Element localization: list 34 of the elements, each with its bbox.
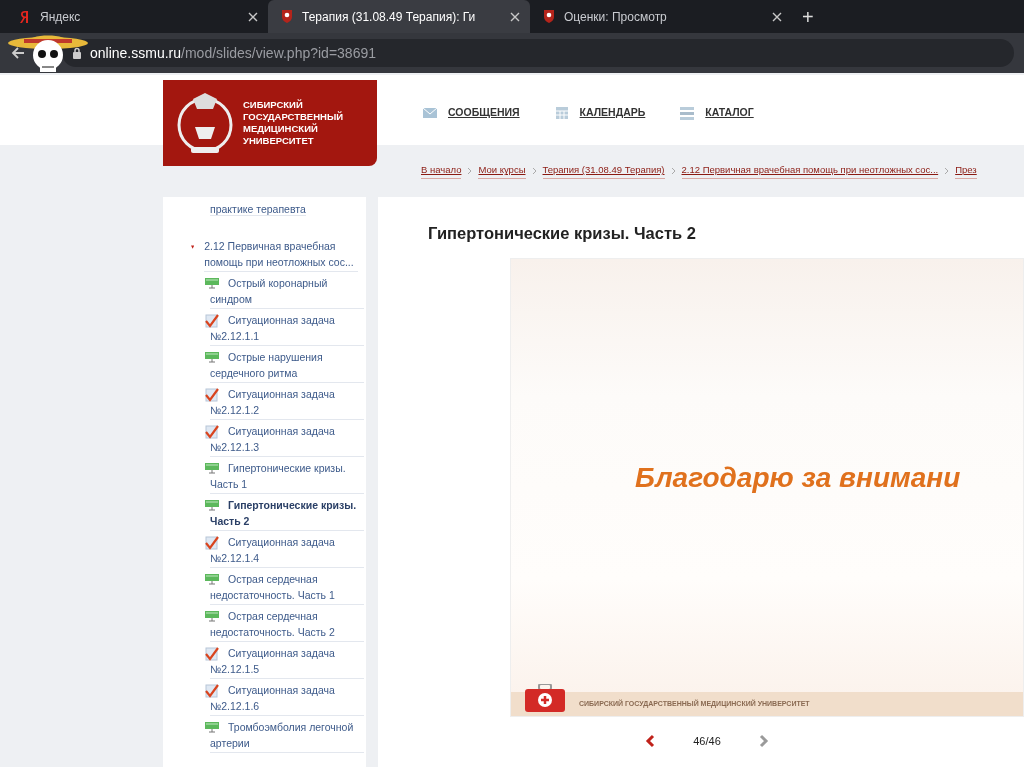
breadcrumb-link[interactable]: Терапия (31.08.49 Терапия) (542, 163, 665, 179)
sidebar-item[interactable]: Ситуационная задача №2.12.1.2 (210, 385, 364, 420)
logo-banner[interactable]: СИБИРСКИЙ ГОСУДАРСТВЕННЫЙ МЕДИЦИНСКИЙ УНИВЕРСИТЕТ (163, 80, 377, 166)
sidebar-item[interactable]: Острая сердечная недостаточность. Часть 2 (210, 607, 364, 642)
sidebar-item[interactable]: Ситуационная задача №2.12.1.6 (210, 681, 364, 716)
sidebar-section[interactable]: 2.12 Первичная врачебная помощь при неотложных сос... (204, 237, 358, 272)
sidebar-item[interactable]: Ситуационная задача №2.12.1.3 (210, 422, 364, 457)
sidebar-item[interactable]: Тромбоэмболия легочной артерии (210, 718, 364, 753)
browser-tab[interactable]: Оценки: Просмотр (530, 0, 792, 33)
sidebar-item[interactable]: Ситуационная задача №2.12.1.4 (210, 533, 364, 568)
sidebar-item[interactable]: Ситуационная задача №2.12.1.1 (210, 311, 364, 346)
breadcrumb-link[interactable]: Мои курсы (478, 163, 526, 179)
university-name: СИБИРСКИЙ ГОСУДАРСТВЕННЫЙ МЕДИЦИНСКИЙ УНИВЕРСИТЕТ (243, 99, 343, 147)
browser-tab[interactable]: Терапия (31.08.49 Терапия): Ги (268, 0, 530, 33)
sidebar-item[interactable]: практике терапевта (210, 203, 306, 216)
nav-link[interactable]: СООБЩЕНИЯ (422, 105, 520, 121)
page-title: Гипертонические кризы. Часть 2 (428, 223, 697, 244)
breadcrumb-link[interactable]: В начало (421, 163, 462, 179)
sidebar-item[interactable]: Острая сердечная недостаточность. Часть 1 (210, 570, 364, 605)
address-bar[interactable]: online.ssmu.ru/mod/slides/view.php?id=38691 (62, 39, 1014, 67)
new-tab-button[interactable]: + (792, 0, 824, 33)
slide-text: Благодарю за внимани (635, 460, 961, 495)
nav-link[interactable]: КАТАЛОГ (679, 105, 754, 121)
sidebar-item[interactable]: Гипертонические кризы. Часть 1 (210, 459, 364, 494)
breadcrumb-link[interactable]: През (955, 163, 977, 179)
url-text: online.ssmu.ru/mod/slides/view.php?id=38691 (90, 43, 376, 63)
browser-tab[interactable]: Яндекс (6, 0, 268, 33)
sidebar-item[interactable]: Острый коронарный синдром (210, 274, 364, 309)
slide-counter: 46/46 (693, 733, 721, 749)
nav-link[interactable]: КАЛЕНДАРЬ (553, 105, 646, 121)
sidebar-item[interactable]: Острые нарушения сердечного ритма (210, 348, 364, 383)
breadcrumb-link[interactable]: 2.12 Первичная врачебная помощь при неотложных сос... (681, 163, 939, 179)
sidebar-item[interactable]: Ситуационная задача №2.12.1.5 (210, 644, 364, 679)
sidebar-item[interactable]: Гипертонические кризы. Часть 2 (210, 496, 364, 531)
